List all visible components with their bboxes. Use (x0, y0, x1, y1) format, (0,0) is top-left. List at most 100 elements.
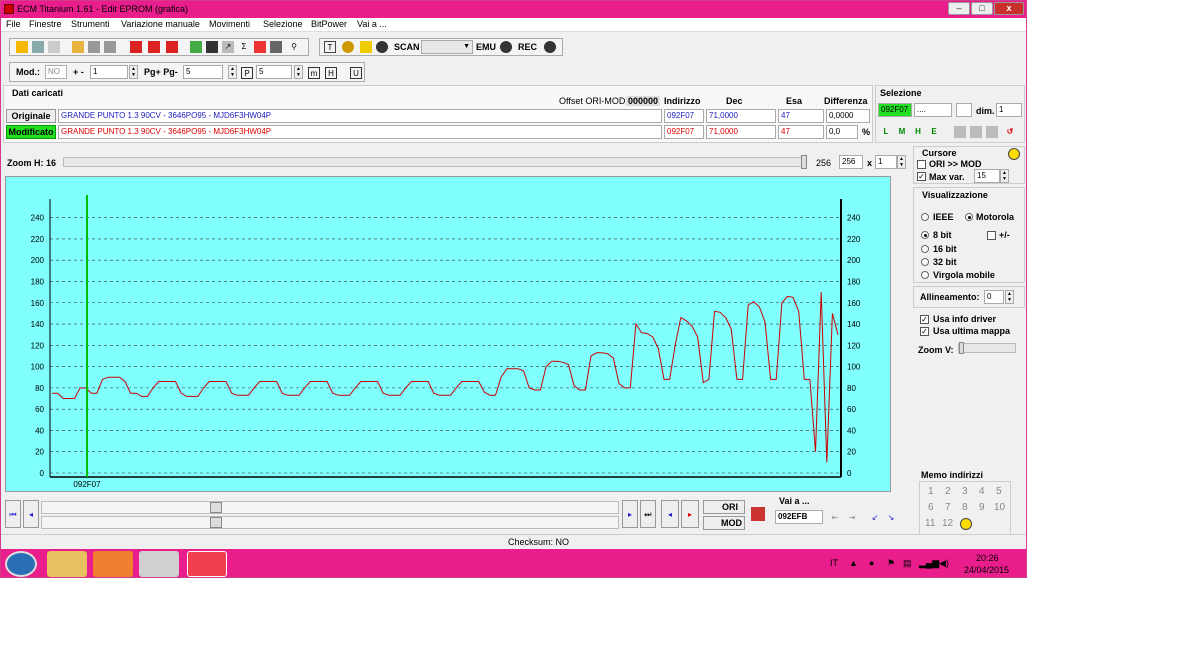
close-button[interactable]: x (994, 2, 1024, 15)
usa-info-checkbox[interactable]: ✓ (920, 315, 929, 324)
sign-checkbox[interactable] (987, 231, 996, 240)
fill-sel-icon[interactable] (986, 126, 998, 138)
memo-9[interactable]: 9 (979, 502, 985, 513)
ecm-titanium-taskbar-icon[interactable] (187, 551, 227, 577)
prev-icon[interactable]: ◂ (23, 500, 39, 528)
rec-button-icon[interactable] (544, 41, 556, 53)
16bit-radio[interactable] (921, 245, 929, 253)
p-spinner[interactable]: ▲ ▼ (294, 65, 303, 79)
zoom-v-slider[interactable] (958, 342, 1016, 354)
next-icon[interactable]: ▸ (622, 500, 638, 528)
network-icon[interactable]: ▤ (903, 558, 912, 569)
maxvar-spinner[interactable]: ▲ ▼ (1000, 169, 1009, 183)
dim-field[interactable]: 1 (996, 103, 1022, 117)
lock-cursor-icon[interactable] (1008, 148, 1020, 160)
pdf-icon[interactable] (166, 41, 178, 53)
windows-icon[interactable] (32, 41, 44, 53)
memo-1[interactable]: 1 (928, 486, 934, 497)
last-page-icon[interactable]: ⏭ (640, 500, 656, 528)
ori-button[interactable]: ORI (703, 500, 745, 514)
volume-icon[interactable]: ◀) (939, 558, 949, 569)
memo-12[interactable]: 12 (942, 518, 953, 529)
menu-strumenti[interactable]: Strumenti (71, 19, 110, 29)
runner-icon[interactable] (360, 41, 372, 53)
step-spinner[interactable]: ▲ ▼ (129, 65, 138, 79)
maximize-button[interactable]: □ (971, 2, 993, 15)
vai-field[interactable]: 092EFB (775, 510, 823, 524)
mod-button[interactable]: MOD (703, 516, 745, 530)
checklist-icon[interactable] (130, 41, 142, 53)
graph-area[interactable]: 0 0 20 20 40 40 60 60 80 80 100 100 120 120 140 140 160 1… (5, 176, 891, 492)
sum-icon[interactable]: Σ (238, 41, 250, 53)
select-mid-icon[interactable]: M (896, 126, 908, 138)
start-button[interactable] (5, 551, 37, 577)
color-icon[interactable] (254, 41, 266, 53)
select-high-icon[interactable]: H (912, 126, 924, 138)
paste-sel-icon[interactable] (970, 126, 982, 138)
8bit-radio[interactable] (921, 231, 929, 239)
menu-file[interactable]: File (6, 19, 21, 29)
memo-5[interactable]: 5 (996, 486, 1002, 497)
language-indicator[interactable]: IT (830, 558, 838, 568)
memo-3[interactable]: 3 (962, 486, 968, 497)
step-forward-icon[interactable]: ▸ (681, 500, 699, 528)
menu-movimenti[interactable]: Movimenti (209, 19, 250, 29)
calculator-icon[interactable] (206, 41, 218, 53)
zoom-v-thumb[interactable] (959, 342, 964, 354)
menu-finestre[interactable]: Finestre (29, 19, 62, 29)
pg-field[interactable]: 5 (183, 65, 223, 79)
zoom-mult-field[interactable]: 1 (875, 155, 897, 169)
memo-11[interactable]: 11 (925, 518, 935, 529)
memo-10[interactable]: 10 (994, 502, 1005, 513)
allineamento-field[interactable]: 0 (984, 290, 1004, 304)
zoom-h-slider[interactable] (63, 155, 807, 169)
memo-2[interactable]: 2 (945, 486, 951, 497)
memo-7[interactable]: 7 (945, 502, 951, 513)
select-start-icon[interactable]: L (880, 126, 892, 138)
select-end-icon[interactable]: E (928, 126, 940, 138)
nav-mark-icon[interactable]: ↙ (869, 512, 881, 524)
media-player-icon[interactable] (93, 551, 133, 577)
chrome-icon[interactable] (139, 551, 179, 577)
clock-date[interactable]: 24/04/2015 (964, 565, 1009, 575)
scrollbar-top[interactable] (41, 501, 619, 514)
nav-mark2-icon[interactable]: ↘ (885, 512, 897, 524)
flag-icon[interactable] (751, 507, 765, 521)
copy-sel-icon[interactable] (954, 126, 966, 138)
calendar-icon[interactable] (148, 41, 160, 53)
pg-spinner[interactable]: ▲ ▼ (228, 65, 237, 79)
p-field[interactable]: 5 (256, 65, 292, 79)
binoculars-icon[interactable]: ⚲ (288, 41, 300, 53)
step-back-icon[interactable]: ◂ (661, 500, 679, 528)
goto-left-icon[interactable]: ⇤ (829, 512, 841, 524)
originale-label[interactable]: Originale (6, 109, 56, 123)
save-as-icon[interactable] (104, 41, 116, 53)
record-dot-icon[interactable] (376, 41, 388, 53)
mod-field[interactable]: NO (45, 65, 67, 79)
save-icon[interactable] (88, 41, 100, 53)
lock-icon[interactable] (342, 41, 354, 53)
p-icon[interactable]: P (241, 67, 253, 79)
virgola-radio[interactable] (921, 271, 929, 279)
signal-icon[interactable]: ▂▄▆ (919, 558, 939, 569)
usa-ultima-checkbox[interactable]: ✓ (920, 327, 929, 336)
copy-icon[interactable] (190, 41, 202, 53)
modificato-label[interactable]: Modificato (6, 125, 56, 139)
selezione-end[interactable]: .... (914, 103, 952, 117)
menu-vai-a[interactable]: Vai a ... (357, 19, 387, 29)
selezione-blank[interactable] (956, 103, 972, 117)
scrollbar-bottom[interactable] (41, 516, 619, 529)
memo-lock-icon[interactable] (960, 518, 972, 530)
flag-tray-icon[interactable]: ⚑ (887, 558, 895, 569)
zoom-mult-spinner[interactable]: ▲ ▼ (897, 155, 906, 169)
clock-time[interactable]: 20:26 (976, 553, 999, 563)
undo-icon[interactable]: ↺ (1004, 126, 1016, 138)
h-icon[interactable]: H (325, 67, 337, 79)
maxvar-checkbox[interactable]: ✓ (917, 172, 926, 181)
emu-button-icon[interactable] (500, 41, 512, 53)
menu-bitpower[interactable]: BitPower (311, 19, 347, 29)
memo-8[interactable]: 8 (962, 502, 968, 513)
home-icon[interactable] (16, 41, 28, 53)
first-page-icon[interactable]: ⏮ (5, 500, 21, 528)
chart-icon[interactable] (270, 41, 282, 53)
